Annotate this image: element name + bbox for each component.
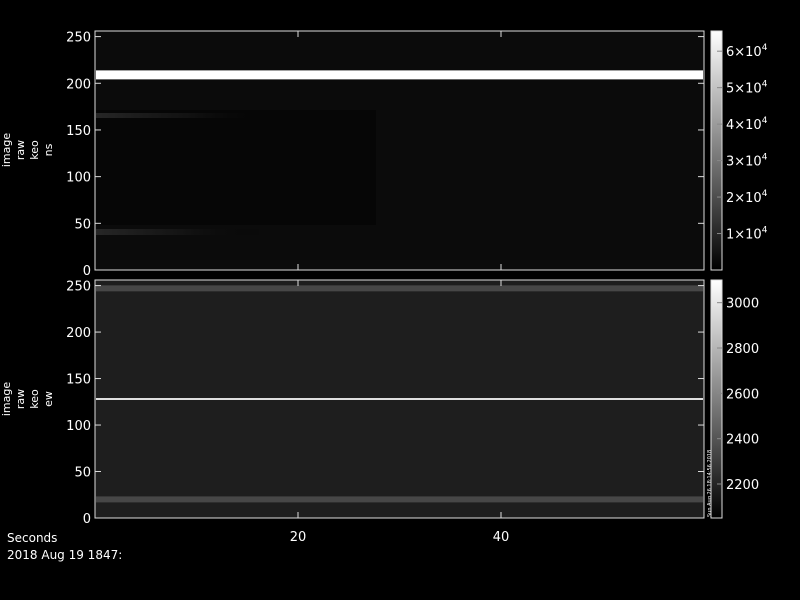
bottom-cbtick-label-3: 2800 [726, 342, 759, 357]
top-band-0 [96, 70, 703, 80]
bottom-ylabel-image: image [0, 382, 13, 416]
bottom-ytick-label-50: 50 [74, 466, 91, 481]
top-cbtick-label-1: 2×104 [726, 189, 768, 206]
bottom-band-1 [96, 398, 703, 400]
top-ytick-label-150: 150 [66, 124, 91, 139]
bottom-ytick-label-150: 150 [66, 373, 91, 388]
bottom-cbtick-label-0: 2200 [726, 478, 759, 493]
top-colorbar-ticks: 1×104 2×104 3×104 4×104 5×104 6×104 [717, 43, 768, 243]
top-faint-streak-upper [96, 113, 276, 118]
bottom-ytick-label-0: 0 [83, 512, 91, 527]
top-cbtick-label-5: 6×104 [726, 43, 768, 60]
top-ylabel-ns: ns [42, 143, 55, 156]
top-faint-streak [96, 229, 266, 235]
bottom-band-0 [96, 285, 703, 292]
top-panel: 0 50 100 150 200 250 image raw keo ns 1×104 2×… [0, 30, 768, 279]
bottom-cbtick-label-4: 3000 [726, 297, 759, 312]
top-cbtick-label-2: 3×104 [726, 153, 768, 170]
top-ytick-label-100: 100 [66, 171, 91, 186]
bottom-ylabel-ew: ew [42, 391, 55, 407]
top-ylabel: image [0, 133, 13, 167]
top-cbtick-label-4: 5×104 [726, 80, 768, 97]
top-faint-region [96, 110, 376, 225]
bottom-cbtick-label-1: 2400 [726, 433, 759, 448]
bottom-ytick-label-200: 200 [66, 326, 91, 341]
bottom-colorbar [710, 279, 723, 519]
top-ytick-label-50: 50 [74, 217, 91, 232]
bottom-colorbar-ticks: 2200 2400 2600 2800 3000 [717, 297, 759, 493]
bottom-ylabel-keo: keo [28, 389, 41, 409]
top-ytick-label-250: 250 [66, 31, 91, 46]
bottom-band-2 [96, 496, 703, 503]
bottom-panel: 050100150200250 20 40 image raw keo ew Su… [0, 279, 759, 545]
top-cbtick-label-3: 4×104 [726, 116, 768, 133]
bottom-cbtick-label-2: 2600 [726, 387, 759, 402]
top-colorbar [710, 30, 723, 271]
top-ylabel-raw: raw [14, 140, 27, 160]
top-ylabel-line-1: image [0, 133, 13, 167]
bottom-ylabel-raw: raw [14, 389, 27, 409]
bottom-ytick-label-250: 250 [66, 280, 91, 295]
xtick-label-20: 20 [290, 530, 307, 545]
top-ytick-label-200: 200 [66, 77, 91, 92]
keogram-figure: 050100150200250 image raw keo ns 1×1042×… [0, 30, 768, 545]
top-ytick-label-0: 0 [83, 264, 91, 279]
x-axis-label: Seconds [7, 531, 58, 545]
bottom-ytick-label-100: 100 [66, 419, 91, 434]
top-cbtick-label-0: 1×104 [726, 226, 768, 243]
xtick-label-40: 40 [493, 530, 510, 545]
date-label: 2018 Aug 19 1847: [7, 548, 123, 562]
top-ylabel-keo: keo [28, 140, 41, 160]
top-bands [96, 70, 703, 80]
